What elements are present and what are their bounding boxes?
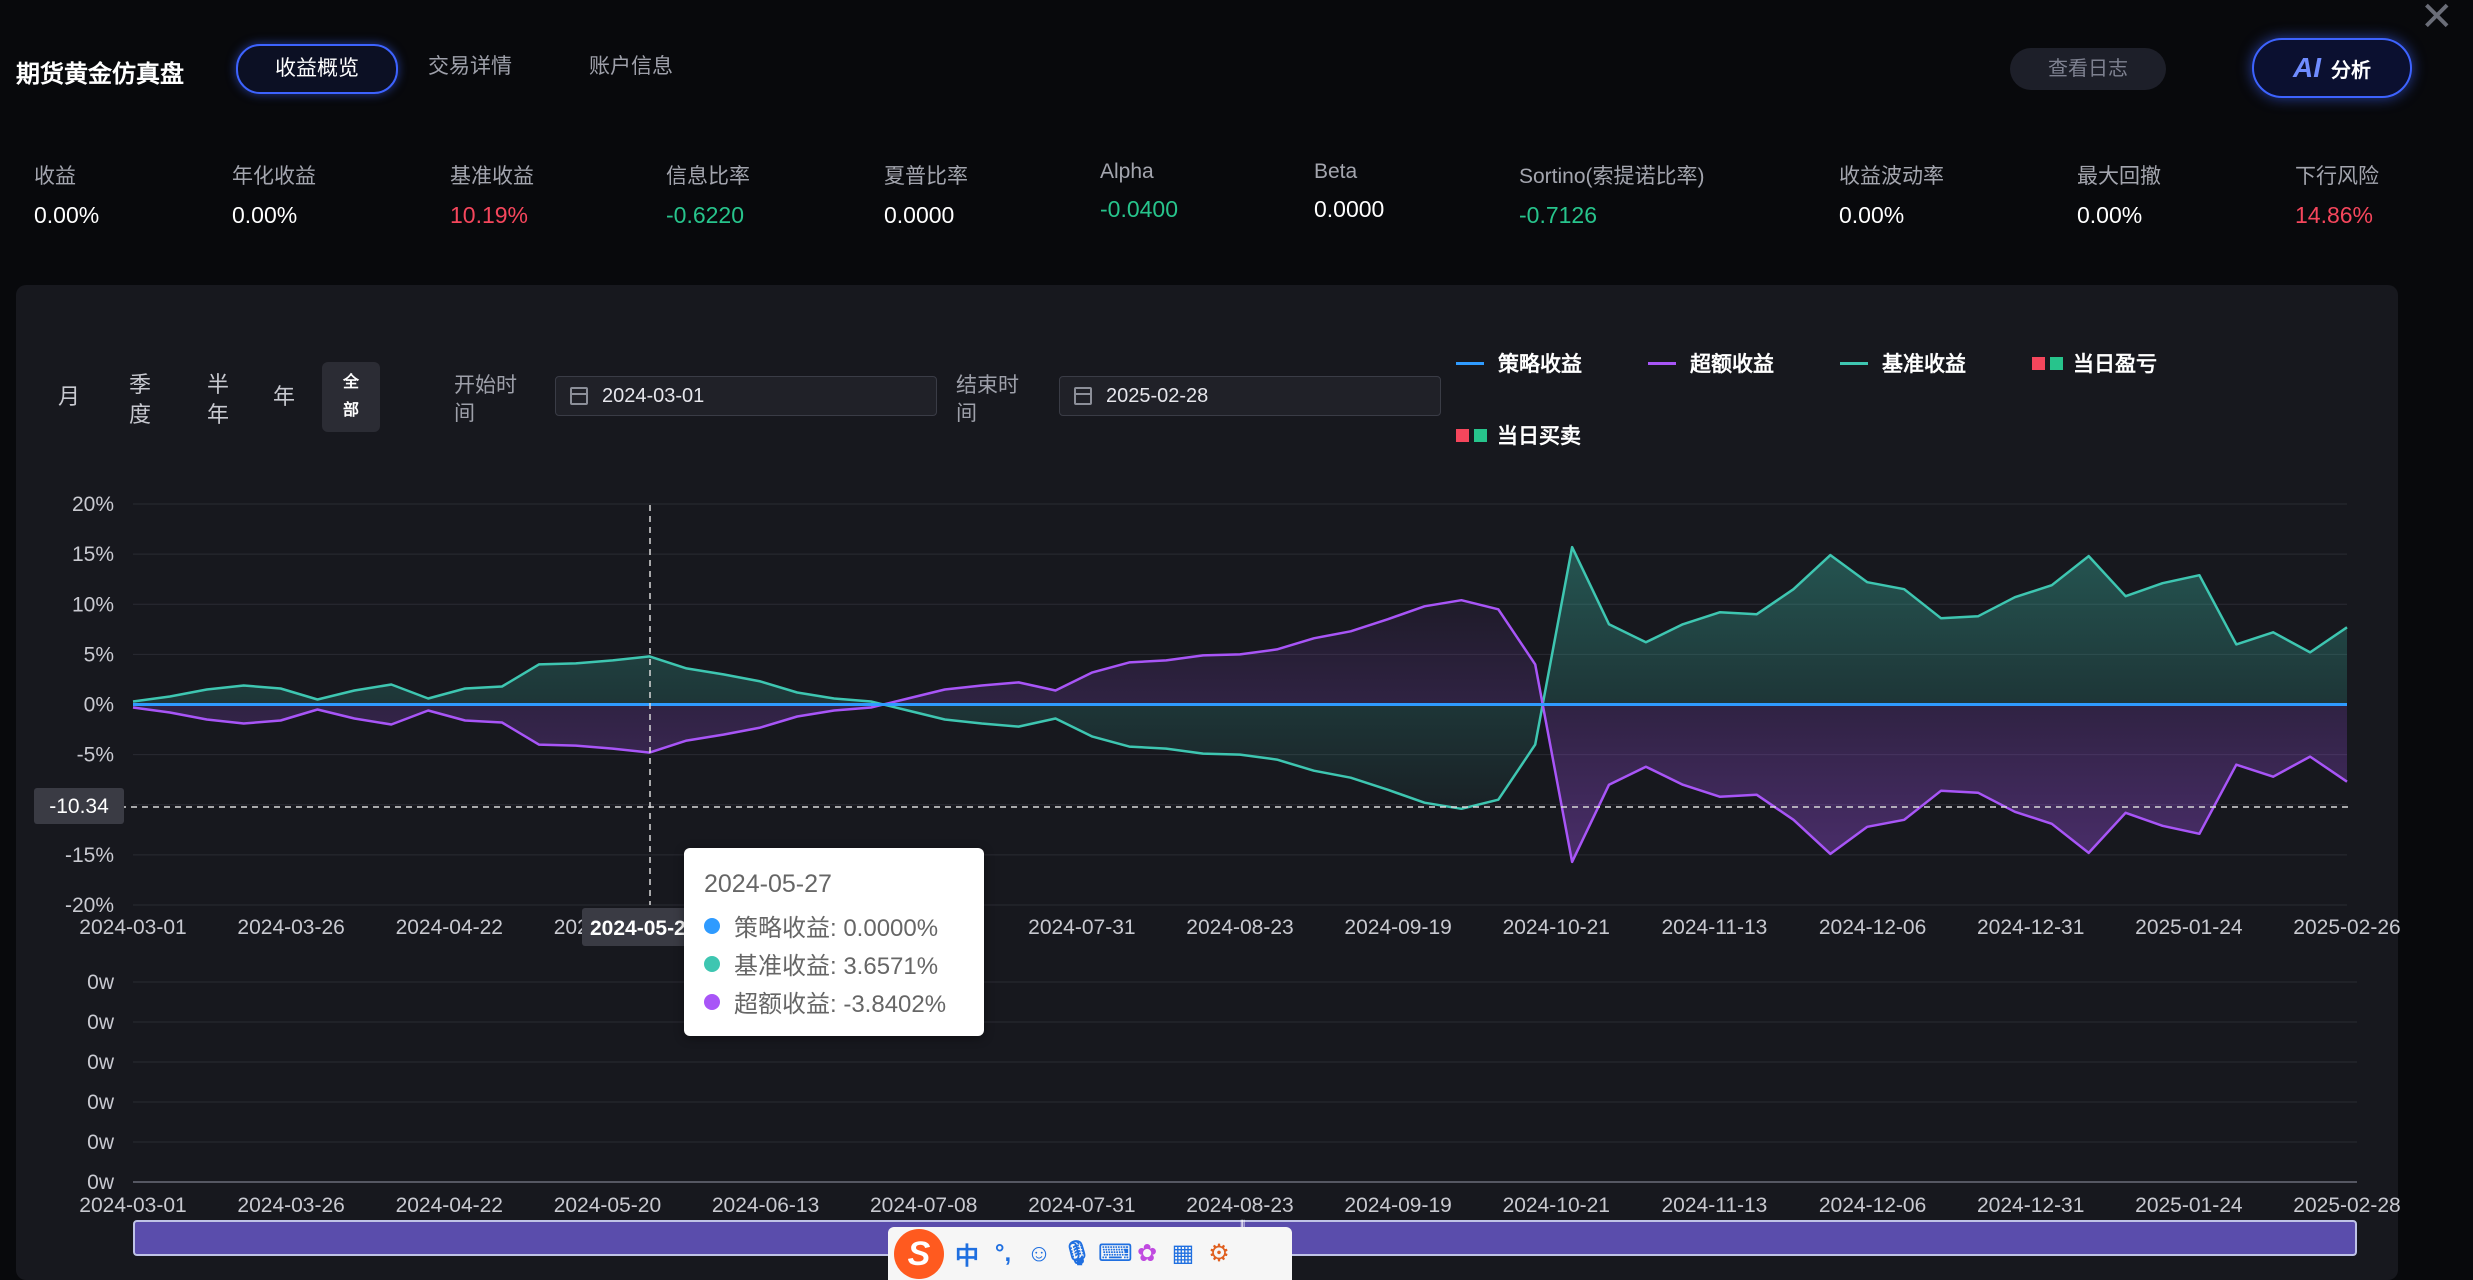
- bar-x-tick-label: 2024-03-01: [79, 1194, 186, 1217]
- ime-logo-icon[interactable]: S: [894, 1228, 944, 1279]
- bar-x-tick-label: 2024-08-23: [1186, 1194, 1293, 1217]
- bar-x-tick-label: 2025-02-28: [2293, 1194, 2400, 1217]
- tooltip-dot: [704, 993, 720, 1010]
- bar-x-tick-label: 2024-10-21: [1503, 1194, 1610, 1217]
- bar-y-tick-label: 0w: [87, 971, 115, 994]
- y-tick-label: 15%: [72, 543, 114, 566]
- bar-x-tick-label: 2024-11-13: [1661, 1194, 1767, 1217]
- bar-x-tick-label: 2024-07-08: [870, 1194, 977, 1217]
- bar-x-tick-label: 2024-05-20: [554, 1194, 661, 1217]
- bar-y-tick-label: 0w: [87, 1091, 115, 1114]
- tooltip-row-strategy: 策略收益: 0.0000%: [704, 908, 938, 943]
- bar-y-tick-label: 0w: [87, 1051, 115, 1074]
- bar-x-tick-label: 2025-01-24: [2135, 1194, 2243, 1217]
- tooltip-text: 策略收益: 0.0000%: [734, 915, 939, 942]
- bar-x-tick-label: 2024-12-31: [1977, 1194, 2084, 1217]
- x-tick-label: 2024-11-13: [1661, 916, 1767, 939]
- toolbox-icon[interactable]: ⚙: [1206, 1239, 1232, 1268]
- x-tick-label: 2024-09-19: [1344, 916, 1451, 939]
- bar-x-tick-label: 2024-07-31: [1028, 1194, 1135, 1217]
- bar-x-tick-label: 2024-06-13: [712, 1194, 819, 1217]
- x-tick-label: 2024-08-23: [1186, 916, 1293, 939]
- bar-y-tick-label: 0w: [87, 1171, 115, 1194]
- tooltip-row-benchmark: 基准收益: 3.6571%: [704, 946, 938, 981]
- tooltip-text: 基准收益: 3.6571%: [734, 953, 939, 980]
- keyboard-icon[interactable]: ⌨: [1098, 1239, 1133, 1268]
- microphone-icon[interactable]: 🎙: [1062, 1239, 1092, 1268]
- crosshair-y-label: -10.34: [49, 795, 109, 818]
- chart-area[interactable]: 20%15%10%5%0%-5%-10%-15%-20% 2024-03-012…: [0, 0, 2473, 1280]
- x-tick-label: 2024-03-01: [79, 916, 186, 939]
- bar-x-tick-label: 2024-09-19: [1344, 1194, 1451, 1217]
- apps-grid-icon[interactable]: ▦: [1170, 1239, 1196, 1268]
- y-tick-label: -15%: [65, 844, 114, 867]
- x-tick-label: 2024-03-26: [237, 916, 344, 939]
- ime-toolbar: S 中 °, ☺ 🎙 ⌨ ✿ ▦ ⚙: [888, 1227, 1292, 1280]
- y-tick-label: 20%: [72, 493, 114, 516]
- ime-language-icon[interactable]: 中: [954, 1236, 980, 1271]
- y-tick-label: 5%: [84, 643, 114, 666]
- y-tick-label: -20%: [65, 894, 114, 917]
- x-tick-label: 2024-12-31: [1977, 916, 2084, 939]
- emoji-icon[interactable]: ☺: [1026, 1240, 1052, 1268]
- y-tick-label: 0%: [84, 694, 114, 717]
- tooltip-dot: [704, 955, 720, 972]
- x-tick-label: 2025-01-24: [2135, 916, 2243, 939]
- crosshair-x-label: 2024-05-27: [590, 917, 697, 940]
- y-tick-label: -5%: [77, 744, 114, 767]
- bar-x-tick-label: 2024-03-26: [237, 1194, 344, 1217]
- x-tick-label: 2024-04-22: [396, 916, 503, 939]
- x-tick-label: 2025-02-26: [2293, 916, 2400, 939]
- bar-y-tick-label: 0w: [87, 1131, 115, 1154]
- x-tick-label: 2024-12-06: [1819, 916, 1926, 939]
- tooltip-row-excess: 超额收益: -3.8402%: [704, 984, 946, 1019]
- bar-x-tick-label: 2024-12-06: [1819, 1194, 1926, 1217]
- x-tick-label: 2024-07-31: [1028, 916, 1135, 939]
- tooltip-text: 超额收益: -3.8402%: [734, 991, 947, 1018]
- y-tick-label: 10%: [72, 593, 114, 616]
- skin-icon[interactable]: ✿: [1134, 1239, 1160, 1268]
- bar-x-tick-label: 2024-04-22: [396, 1194, 503, 1217]
- chart-tooltip: 2024-05-27 策略收益: 0.0000% 基准收益: 3.6571% 超…: [684, 848, 984, 1036]
- tooltip-dot: [704, 917, 720, 934]
- bar-y-tick-label: 0w: [87, 1011, 115, 1034]
- x-tick-label: 2024-10-21: [1503, 916, 1610, 939]
- tooltip-date: 2024-05-27: [704, 870, 832, 898]
- punctuation-icon[interactable]: °,: [990, 1240, 1016, 1268]
